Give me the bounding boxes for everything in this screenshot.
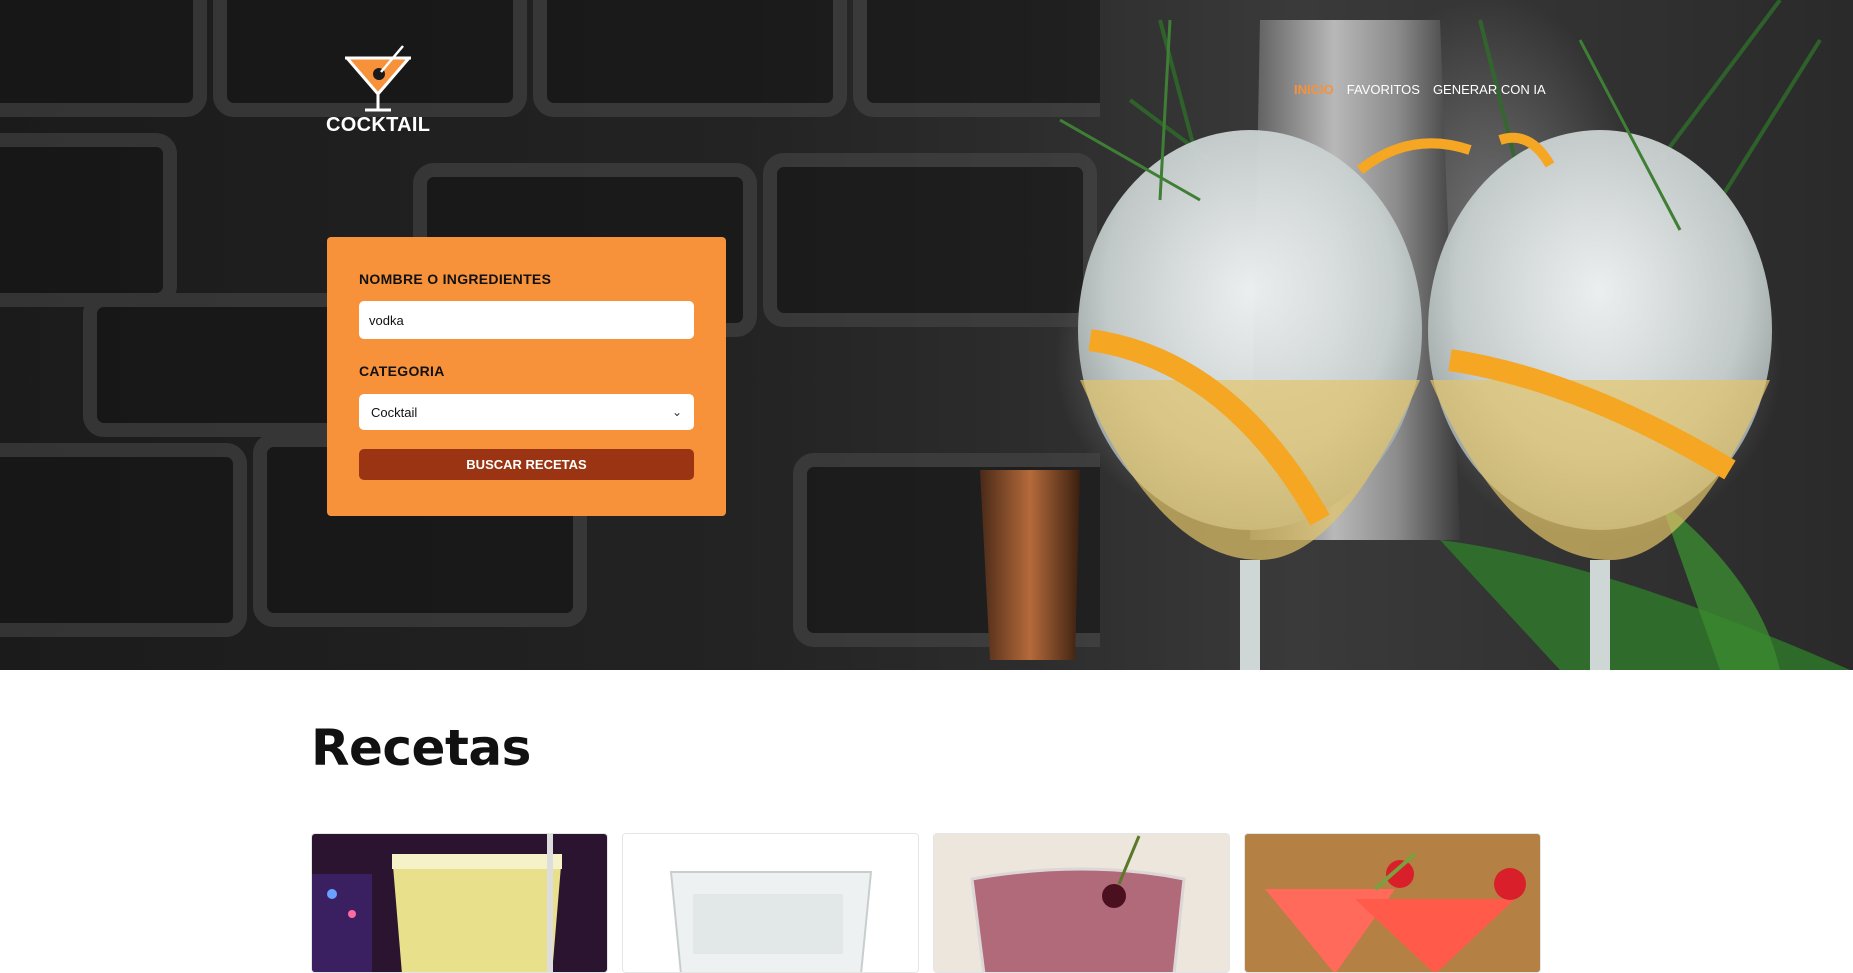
- recipe-card-list: [311, 833, 1541, 973]
- nav-link-inicio[interactable]: INICIO: [1294, 82, 1334, 97]
- search-form: NOMBRE O INGREDIENTES vodka CATEGORIA Co…: [327, 237, 726, 516]
- main-nav: INICIO FAVORITOS GENERAR CON IA: [1294, 82, 1546, 97]
- recipe-card[interactable]: [1244, 833, 1541, 973]
- nav-link-generar-con-ia[interactable]: GENERAR CON IA: [1433, 82, 1546, 97]
- cocktail-glasses-photo: [980, 0, 1850, 670]
- hero-banner: COCKTAIL INICIO FAVORITOS GENERAR CON IA…: [0, 0, 1853, 670]
- recipe-card[interactable]: [933, 833, 1230, 973]
- yellow-drink-photo: [312, 834, 607, 972]
- recipe-card[interactable]: [622, 833, 919, 973]
- recipes-heading: Recetas: [311, 719, 531, 777]
- category-select[interactable]: Cocktail ⌄: [359, 394, 694, 430]
- category-selected-value: Cocktail: [371, 404, 418, 420]
- brand-logo[interactable]: COCKTAIL: [326, 44, 430, 140]
- red-drink-photo: [934, 834, 1229, 972]
- clear-drink-photo: [623, 834, 918, 972]
- chevron-down-icon: ⌄: [671, 405, 682, 419]
- nav-link-favoritos[interactable]: FAVORITOS: [1347, 82, 1420, 97]
- brand-name: COCKTAIL: [326, 114, 431, 136]
- recipe-card[interactable]: [311, 833, 608, 973]
- search-recipes-button[interactable]: BUSCAR RECETAS: [359, 449, 694, 480]
- ingredient-input[interactable]: vodka: [359, 301, 694, 339]
- cocktail-glass-icon: [345, 45, 411, 112]
- ingredient-field-label: NOMBRE O INGREDIENTES: [359, 271, 552, 287]
- strawberry-martini-photo: [1245, 834, 1540, 972]
- category-field-label: CATEGORIA: [359, 363, 445, 379]
